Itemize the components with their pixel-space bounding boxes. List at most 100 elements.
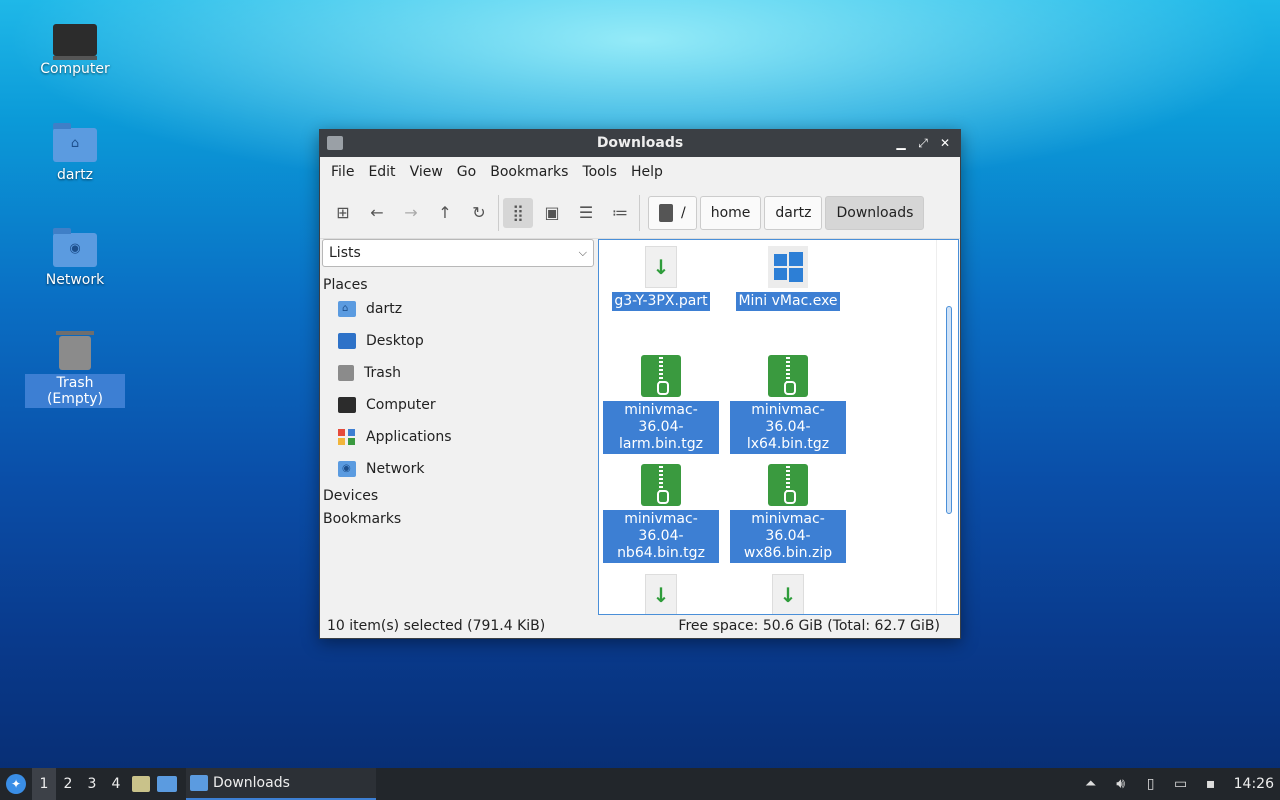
menu-help[interactable]: Help [624,164,670,180]
file-manager-window: Downloads ▁ ⤢ ✕ File Edit View Go Bookma… [319,129,961,639]
toolbar: ⊞ ← → ↑ ↻ ⣿ ▣ ☰ ≔ / home dartz Downloads [320,187,960,239]
desktop-icon-label: Trash (Empty) [25,374,125,408]
file-manager-icon [132,776,150,792]
menu-edit[interactable]: Edit [361,164,402,180]
file-item[interactable]: ↓ [603,574,719,614]
scrollbar[interactable] [946,306,952,514]
file-name: g3-Y-3PX.part [612,292,710,311]
workspace-3[interactable]: 3 [80,768,104,800]
sidebar-item-applications[interactable]: Applications [320,421,596,453]
back-button[interactable]: ← [362,198,392,228]
clock[interactable]: 14:26 [1226,776,1280,792]
desktop-icon-home[interactable]: ⌂ dartz [25,120,125,184]
chevron-down-icon: ⌵ [578,246,587,259]
window-titlebar[interactable]: Downloads ▁ ⤢ ✕ [320,130,960,157]
menu-tools[interactable]: Tools [575,164,624,180]
sidebar-item-computer[interactable]: Computer [320,389,596,421]
maximize-button[interactable]: ⤢ [914,134,932,152]
file-item[interactable]: minivmac-36.04- nb64.bin.tgz [603,464,719,563]
up-button[interactable]: ↑ [430,198,460,228]
menu-go[interactable]: Go [450,164,483,180]
path-bar: / home dartz Downloads [648,195,925,230]
desktop-icon-label: Network [45,272,105,288]
volume-icon[interactable]: 🔊︎ [1106,768,1136,800]
system-tray: ⏶ 🔊︎ ▯ ▭ ▪ 14:26 [1076,768,1280,800]
trash-icon [338,365,354,381]
file-manager-launcher[interactable] [128,768,154,800]
reload-button[interactable]: ↻ [464,198,494,228]
file-item[interactable]: ↓ g3-Y-3PX.part [603,246,719,311]
detailed-list-view-button[interactable]: ≔ [605,198,635,228]
path-root-button[interactable]: / [648,195,697,230]
compact-view-button[interactable]: ☰ [571,198,601,228]
sidebar-item-trash[interactable]: Trash [320,357,596,389]
toolbar-separator [639,194,640,231]
show-desktop-icon [157,776,177,792]
menu-view[interactable]: View [403,164,450,180]
computer-icon [53,24,97,60]
update-notifier-icon[interactable]: ▪ [1196,768,1226,800]
archive-icon [641,464,681,506]
tray-expand-icon[interactable]: ⏶ [1076,768,1106,800]
file-item[interactable]: minivmac-36.04- lx64.bin.tgz [730,355,846,454]
file-item[interactable]: minivmac-36.04- wx86.bin.zip [730,464,846,563]
file-item[interactable]: minivmac-36.04- larm.bin.tgz [603,355,719,454]
windows-exe-icon [768,246,808,288]
forward-button[interactable]: → [396,198,426,228]
windows-logo-icon [774,252,803,282]
archive-icon [641,355,681,397]
thumbnail-view-button[interactable]: ▣ [537,198,567,228]
file-name: minivmac-36.04- lx64.bin.tgz [730,401,846,454]
archive-icon [768,355,808,397]
window-title: Downloads [596,135,684,151]
new-tab-button[interactable]: ⊞ [328,198,358,228]
workspace-2[interactable]: 2 [56,768,80,800]
free-space-status: Free space: 50.6 GiB (Total: 62.7 GiB) [678,618,940,634]
network-icon: ◉ [338,461,356,477]
menubar: File Edit View Go Bookmarks Tools Help [320,157,960,187]
bookmarks-header[interactable]: Bookmarks [320,508,596,531]
clipboard-icon[interactable]: ▯ [1136,768,1166,800]
path-downloads-button[interactable]: Downloads [825,195,925,230]
partial-download-icon: ↓ [645,246,677,288]
workspace-1[interactable]: 1 [32,768,56,800]
desktop-icon-label: Computer [40,61,110,77]
sidebar-item-desktop[interactable]: Desktop [320,325,596,357]
home-folder-icon: ⌂ [53,123,97,162]
icon-view-button[interactable]: ⣿ [503,197,533,228]
menu-bookmarks[interactable]: Bookmarks [483,164,575,180]
file-name: minivmac-36.04- nb64.bin.tgz [603,510,719,563]
minimize-button[interactable]: ▁ [892,134,910,152]
partial-download-icon: ↓ [645,574,677,614]
close-button[interactable]: ✕ [936,134,954,152]
desktop-icon [338,333,356,349]
desktop-icon-computer[interactable]: Computer [25,18,125,78]
start-menu-button[interactable]: ✦ [0,768,32,800]
sidebar-mode-select[interactable]: Lists ⌵ [322,239,594,267]
file-view[interactable]: ↓ g3-Y-3PX.part Mini vMac.exe minivmac-3… [598,239,959,615]
desktop-icon-network[interactable]: ◉ Network [25,225,125,289]
selection-status: 10 item(s) selected (791.4 KiB) [327,618,546,634]
desktop-icon-trash[interactable]: Trash (Empty) [25,330,125,408]
toolbar-separator [498,194,499,231]
applications-icon [338,429,356,445]
workspace-4[interactable]: 4 [104,768,128,800]
taskbar: ✦ 1 2 3 4 Downloads ⏶ 🔊︎ ▯ ▭ ▪ 14:26 [0,768,1280,800]
file-item[interactable]: Mini vMac.exe [730,246,846,311]
file-name: Mini vMac.exe [736,292,840,311]
taskbar-task-downloads[interactable]: Downloads [186,768,376,800]
sidebar: Lists ⌵ Places ⌂ dartz Desktop Trash Com… [320,239,596,611]
path-home-button[interactable]: home [699,195,762,230]
file-item[interactable]: ↓ [730,574,846,614]
folder-icon [190,775,208,791]
devices-header[interactable]: Devices [320,485,596,508]
sidebar-item-home[interactable]: ⌂ dartz [320,293,596,325]
archive-icon [768,464,808,506]
sidebar-item-network[interactable]: ◉ Network [320,453,596,485]
places-header[interactable]: Places [320,277,596,293]
network-icon[interactable]: ▭ [1166,768,1196,800]
menu-file[interactable]: File [324,164,361,180]
trash-icon [56,331,94,370]
show-desktop-button[interactable] [154,768,180,800]
path-dartz-button[interactable]: dartz [764,195,823,230]
